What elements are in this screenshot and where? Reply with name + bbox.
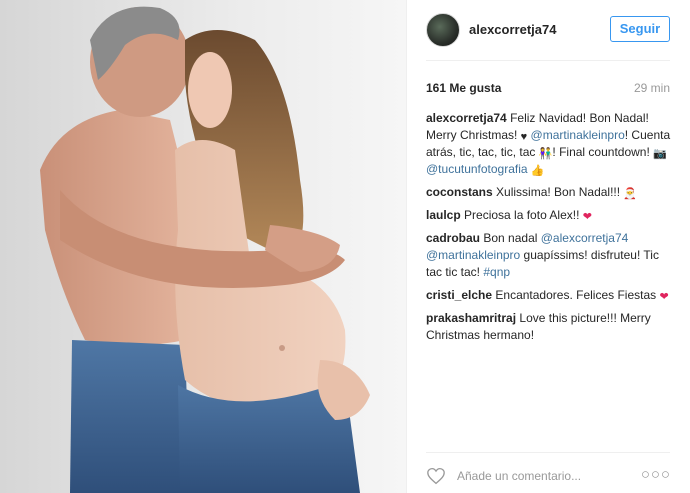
comment-item: coconstans Xulissima! Bon Nadal!!! 🎅 (426, 184, 674, 201)
mention-link[interactable]: @alexcorretja74 (541, 231, 629, 245)
likes-count[interactable]: 161 Me gusta (426, 81, 501, 95)
more-options-icon[interactable]: ○○○ (641, 466, 671, 483)
comment-username[interactable]: laulcp (426, 208, 461, 222)
comment-item: cadrobau Bon nadal @alexcorretja74 @mart… (426, 230, 674, 281)
avatar[interactable] (426, 13, 460, 47)
mention-link[interactable]: @martinakleinpro (426, 248, 520, 262)
post-header: alexcorretja74 Seguir (407, 0, 690, 60)
camera-icon: 📷 (653, 148, 667, 160)
comment-item: laulcp Preciosa la foto Alex!! ❤ (426, 207, 674, 224)
heart-icon: ❤ (659, 291, 669, 303)
heart-icon: ❤ (582, 211, 592, 223)
comment-text: Preciosa la foto Alex!! (464, 208, 583, 222)
santa-icon: 🎅 (623, 188, 638, 200)
navel (279, 345, 285, 351)
comment-item: alexcorretja74 Feliz Navidad! Bon Nadal!… (426, 110, 674, 178)
woman-face (188, 52, 232, 128)
comment-username[interactable]: coconstans (426, 185, 493, 199)
heart-outline-icon[interactable] (426, 467, 446, 485)
comment-username[interactable]: cadrobau (426, 231, 480, 245)
comment-text: Bon nadal (483, 231, 541, 245)
post-details-panel: alexcorretja74 Seguir 161 Me gusta 29 mi… (406, 0, 690, 493)
hashtag-link[interactable]: #qnp (483, 265, 510, 279)
header-username[interactable]: alexcorretja74 (469, 22, 556, 37)
post-stats: 161 Me gusta 29 min (426, 81, 670, 99)
header-divider (426, 60, 670, 61)
comment-username[interactable]: cristi_elche (426, 288, 492, 302)
couple-icon: 👫 (538, 148, 553, 160)
post-timestamp[interactable]: 29 min (634, 81, 670, 95)
comment-text: Encantadores. Felices Fiestas (495, 288, 660, 302)
comments-list: alexcorretja74 Feliz Navidad! Bon Nadal!… (426, 110, 674, 350)
post-photo-illustration (0, 0, 406, 493)
mention-link[interactable]: @tucutunfotografia (426, 162, 528, 176)
follow-button[interactable]: Seguir (610, 16, 670, 42)
post-photo[interactable] (0, 0, 406, 493)
comment-text: ! Final countdown! (552, 145, 654, 159)
add-comment-input[interactable]: Añade un comentario... (457, 469, 581, 483)
post-footer: Añade un comentario... ○○○ (407, 453, 690, 493)
mention-link[interactable]: @martinakleinpro (531, 128, 625, 142)
comment-item: prakashamritraj Love this picture!!! Mer… (426, 310, 674, 344)
man-jeans (70, 340, 190, 493)
comment-item: cristi_elche Encantadores. Felices Fiest… (426, 287, 674, 304)
comment-username[interactable]: alexcorretja74 (426, 111, 507, 125)
comment-username[interactable]: prakashamritraj (426, 311, 516, 325)
comment-text: Xulissima! Bon Nadal!!! (496, 185, 624, 199)
thumbs-up-icon: 👍 (530, 165, 545, 177)
